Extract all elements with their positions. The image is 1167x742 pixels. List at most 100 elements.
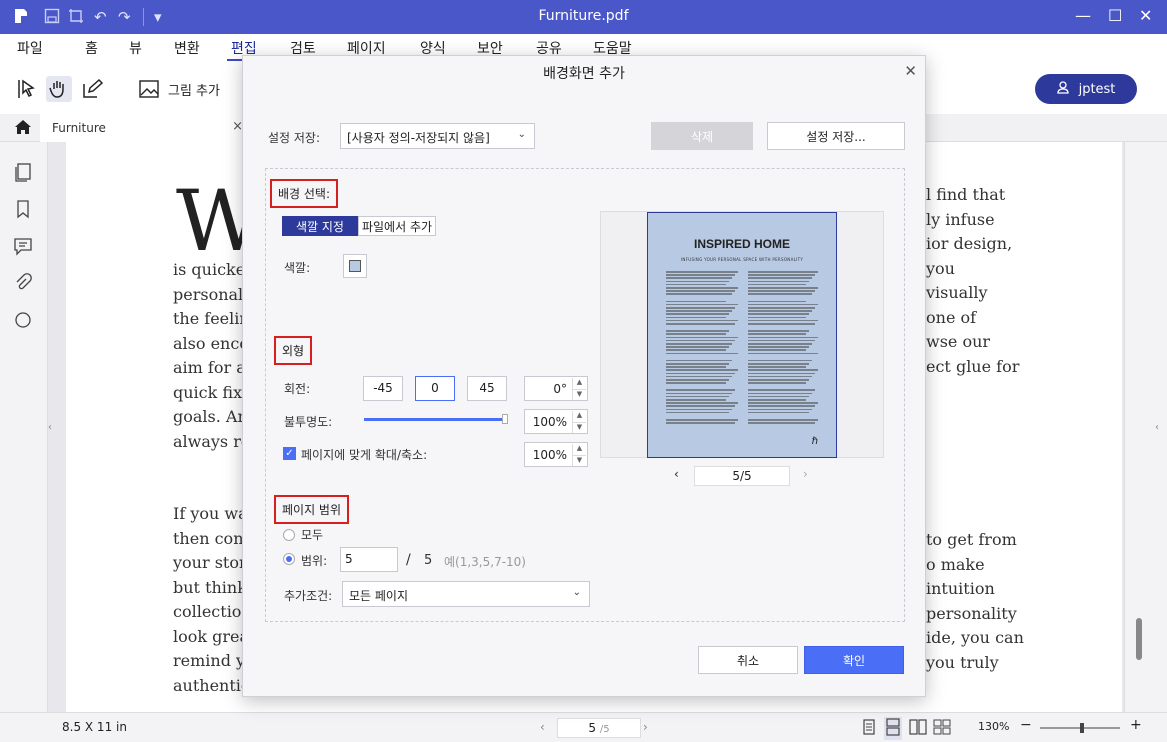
preview-text-line [666, 389, 735, 391]
text-line: o make [926, 554, 985, 574]
maximize-icon[interactable]: ☐ [1108, 6, 1122, 25]
document-tab[interactable]: Furniture × [40, 114, 250, 142]
preview-text-line [666, 343, 732, 345]
settings-label: 설정 저장: [268, 131, 321, 145]
delete-button[interactable]: 삭제 [651, 122, 753, 150]
cancel-button[interactable]: 취소 [698, 646, 798, 674]
minimize-icon[interactable]: — [1075, 6, 1091, 25]
spin-up-icon[interactable]: ▲ [572, 444, 586, 455]
add-image-label[interactable]: 그림 추가 [168, 80, 220, 99]
hand-tool-icon[interactable] [46, 76, 72, 102]
spin-up-icon[interactable]: ▲ [572, 411, 586, 422]
rotation-minus45-button[interactable]: -45 [363, 376, 403, 401]
dialog-close-icon[interactable]: ✕ [904, 62, 917, 80]
rotation-45-button[interactable]: 45 [467, 376, 507, 401]
bookmark-icon[interactable] [13, 199, 35, 221]
range-input[interactable]: 5 [340, 547, 398, 572]
preview-text-line [666, 316, 726, 319]
collapse-left-icon[interactable]: ‹ [48, 422, 52, 433]
spin-down-icon[interactable]: ▼ [572, 422, 586, 433]
preview-text-line [666, 323, 735, 325]
collapse-right-icon[interactable]: ‹ [1155, 422, 1159, 433]
right-scrollbar[interactable]: ‹ [1124, 142, 1167, 712]
menu-view[interactable]: 뷰 [129, 38, 142, 58]
preview-text-line [748, 287, 818, 289]
single-page-view-icon[interactable] [861, 719, 877, 738]
text-line: always re [173, 431, 251, 451]
preview-text-line [666, 346, 729, 348]
close-icon[interactable]: ✕ [1139, 6, 1152, 25]
scale-spinner[interactable]: 100% ▲ ▼ [524, 442, 588, 467]
text-line: is quicker [173, 260, 253, 279]
image-icon[interactable] [136, 76, 162, 102]
opacity-slider[interactable] [364, 418, 504, 421]
edit-tool-icon[interactable] [79, 76, 105, 102]
zoom-level[interactable]: 130% [978, 720, 1009, 733]
text-line: ide, you can [926, 628, 1024, 647]
menu-file[interactable]: 파일 [17, 38, 43, 58]
grid-view-icon[interactable] [933, 719, 951, 738]
scrollbar-thumb[interactable] [1136, 618, 1142, 660]
pages-icon[interactable] [13, 162, 35, 184]
tab-from-file[interactable]: 파일에서 추가 [358, 216, 436, 236]
text-line: you [926, 258, 955, 278]
attachment-icon[interactable] [13, 273, 35, 295]
spin-down-icon[interactable]: ▼ [572, 389, 586, 400]
color-swatch-fill [349, 260, 361, 272]
preview-prev-icon[interactable]: ‹ [674, 467, 679, 481]
rotation-spinner[interactable]: 0° ▲ ▼ [524, 376, 588, 401]
continuous-view-icon[interactable] [884, 717, 902, 740]
preview-next-icon[interactable]: › [803, 467, 808, 481]
range-radio[interactable] [283, 553, 295, 565]
spin-up-icon[interactable]: ▲ [572, 378, 586, 389]
preview-text-line [748, 392, 812, 395]
preview-text-line [666, 307, 735, 309]
preview-text-line [748, 290, 815, 292]
preview-text-line [666, 319, 738, 322]
rotation-0-button[interactable]: 0 [415, 376, 455, 401]
page-range-section-title: 페이지 범위 [274, 495, 350, 524]
spin-down-icon[interactable]: ▼ [572, 455, 586, 466]
comment-icon[interactable] [13, 236, 35, 258]
menu-home[interactable]: 홈 [85, 38, 98, 58]
preview-text-line [748, 411, 809, 414]
chevron-down-icon: ⌄ [572, 587, 581, 598]
zoom-in-icon[interactable]: + [1130, 717, 1142, 733]
next-page-icon[interactable]: › [643, 720, 648, 734]
text-line: ly infuse [926, 209, 995, 229]
tab-color[interactable]: 색깔 지정 [282, 216, 358, 236]
color-swatch[interactable] [343, 254, 367, 278]
home-icon[interactable] [14, 119, 32, 138]
preview-text-line [666, 359, 732, 362]
all-pages-radio[interactable] [283, 529, 295, 541]
text-line: intuition [926, 579, 995, 598]
opacity-slider-knob[interactable] [502, 414, 508, 424]
opacity-spinner[interactable]: 100% ▲ ▼ [524, 409, 588, 434]
preview-text-line [748, 339, 815, 342]
preview-heading: INSPIRED HOME [693, 237, 790, 251]
settings-select[interactable]: [사용자 정의-저장되지 않음] ⌄ [340, 123, 535, 149]
preview-page-number[interactable]: 5/5 [694, 466, 790, 486]
condition-select[interactable]: 모든 페이지 ⌄ [342, 581, 590, 607]
preview-text-line [748, 277, 812, 279]
preview-text-line [748, 310, 812, 312]
user-account-button[interactable]: jptest [1035, 74, 1137, 104]
preview-text-line [748, 271, 818, 273]
scale-checkbox[interactable]: ✓ [283, 447, 296, 460]
prev-page-icon[interactable]: ‹ [540, 720, 545, 734]
ok-button[interactable]: 확인 [804, 646, 904, 674]
preview-text-line [666, 399, 726, 401]
two-page-view-icon[interactable] [909, 719, 927, 738]
preview-text-line [748, 379, 809, 381]
zoom-slider-thumb[interactable] [1080, 723, 1084, 733]
save-settings-button[interactable]: 설정 저장... [767, 122, 905, 150]
zoom-out-icon[interactable]: − [1020, 717, 1032, 733]
search-icon[interactable] [13, 310, 35, 332]
preview-text-line [748, 333, 806, 335]
page-number-field[interactable]: 5 /5 [557, 718, 641, 738]
text-line: collection [173, 602, 252, 621]
text-line: If you wa [173, 504, 248, 523]
select-cursor-icon[interactable] [14, 76, 40, 102]
menu-convert[interactable]: 변환 [174, 38, 200, 58]
range-separator: / [406, 552, 411, 568]
